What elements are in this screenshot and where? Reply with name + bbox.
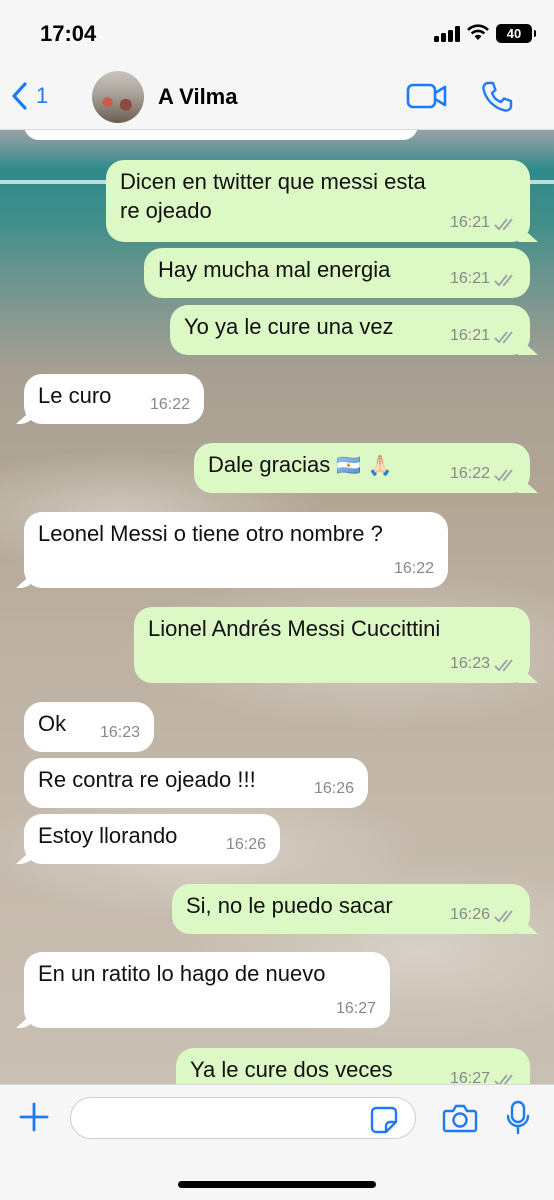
double-check-icon [494,1074,513,1084]
message-bubble-outgoing[interactable]: Si, no le puedo sacar 16:26 [172,884,530,934]
message-bubble-incoming[interactable]: Estoy llorando 16:26 [24,814,280,864]
message-text-content: Dale gracias [208,452,331,477]
double-check-icon [494,218,513,230]
message-text: Leonel Messi o tiene otro nombre ? [38,521,383,546]
chat-header: 1 A Vilma [0,64,554,130]
message-bubble-outgoing[interactable]: Yo ya le cure una vez 16:21 [170,305,530,355]
double-check-icon [494,659,513,671]
message-time: 16:27 [449,1070,490,1084]
message-time: 16:26 [225,836,266,854]
message-time: 16:21 [449,214,490,232]
message-time: 16:22 [449,465,490,483]
message-bubble-outgoing[interactable]: Dale gracias 🇦🇷 🙏🏻 16:22 [194,443,530,493]
message-bubble-outgoing[interactable]: Lionel Andrés Messi Cuccittini 16:23 [134,607,530,683]
battery-icon: 40 [496,24,536,43]
cellular-signal-icon [434,26,460,42]
message-text: Dicen en twitter que messi esta re ojead… [120,169,426,223]
double-check-icon [494,469,513,481]
message-list[interactable]: Dicen en twitter que messi esta re ojead… [0,130,554,1084]
message-bubble-incoming[interactable]: Le curo 16:22 [24,374,204,424]
message-bubble-incoming[interactable]: Leonel Messi o tiene otro nombre ? 16:22 [24,512,448,588]
message-text: Lionel Andrés Messi Cuccittini [148,616,441,641]
phone-icon[interactable] [480,80,514,114]
microphone-icon[interactable] [506,1100,530,1136]
message-time: 16:23 [99,724,140,742]
message-time: 16:21 [449,327,490,345]
camera-icon[interactable] [442,1103,478,1133]
avatar[interactable] [92,71,144,123]
wifi-icon [467,24,489,40]
double-check-icon [494,910,513,922]
message-bubble-incoming[interactable]: Ok 16:23 [24,702,154,752]
message-time: 16:27 [335,1000,376,1018]
message-time: 16:23 [449,655,490,673]
plus-icon[interactable] [18,1101,50,1133]
message-bubble-incoming[interactable]: En un ratito lo hago de nuevo 16:27 [24,952,390,1028]
contact-name[interactable]: A Vilma [158,84,237,110]
status-bar: 17:04 40 [0,0,554,64]
double-check-icon [494,274,513,286]
status-time: 17:04 [40,21,97,46]
argentina-flag-praying-hands-emoji: 🇦🇷 🙏🏻 [336,453,393,477]
home-indicator [178,1181,376,1188]
double-check-icon [494,331,513,343]
message-time: 16:22 [393,560,434,578]
message-text: En un ratito lo hago de nuevo [38,961,326,986]
sticker-icon[interactable] [370,1106,398,1134]
chevron-left-icon [12,82,27,110]
message-time: 16:26 [313,780,354,798]
message-time: 16:22 [149,396,190,414]
message-time: 16:26 [449,906,490,924]
message-bubble-partial [24,130,418,140]
message-bubble-incoming[interactable]: Re contra re ojeado !!! 16:26 [24,758,368,808]
message-input[interactable] [70,1097,416,1139]
back-button[interactable]: 1 [10,76,48,116]
video-camera-icon[interactable] [406,82,448,110]
composer-bar [0,1084,554,1200]
message-bubble-outgoing[interactable]: Ya le cure dos veces 16:27 [176,1048,530,1084]
message-bubble-outgoing[interactable]: Dicen en twitter que messi esta re ojead… [106,160,530,242]
unread-count: 1 [36,83,49,108]
message-time: 16:21 [449,270,490,288]
message-text: Re contra re ojeado !!! [38,767,256,792]
message-bubble-outgoing[interactable]: Hay mucha mal energia 16:21 [144,248,530,298]
